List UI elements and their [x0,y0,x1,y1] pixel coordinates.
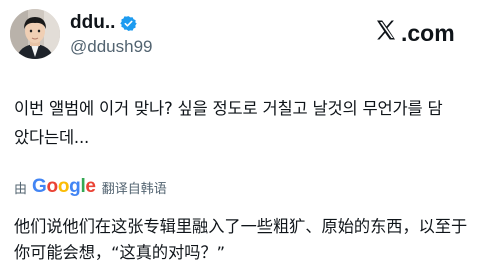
translated-from-label: 翻译自韩语 [101,181,167,197]
verified-badge-icon [120,15,138,32]
translated-text: 他们说他们在这张专辑里融入了一些粗犷、原始的东西，以至于 你可能会想，“这真的对… [14,217,468,262]
google-logo-icon: Google [32,176,96,198]
author-name-row[interactable]: ddu.. [70,12,138,34]
google-letter: g [69,176,81,197]
x-logo-icon [374,18,401,48]
google-letter: o [57,176,70,197]
translation-attribution[interactable]: 由 Google 翻译自韩语 [14,176,167,198]
avatar[interactable] [10,9,60,59]
brand-domain: .com [401,19,455,46]
tweet-text: 이번 앨범에 이거 맞나? 싶을 정도로 거칠고 날것의 무언가를 담 았다는데… [14,99,443,147]
google-letter: o [46,176,59,197]
x-brand: .com [374,18,455,48]
google-letter: e [85,176,96,197]
author-handle[interactable]: @ddush99 [70,37,153,57]
author-display-name[interactable]: ddu.. [70,12,115,34]
translated-by-prefix: 由 [14,181,28,197]
google-letter: G [32,176,47,197]
